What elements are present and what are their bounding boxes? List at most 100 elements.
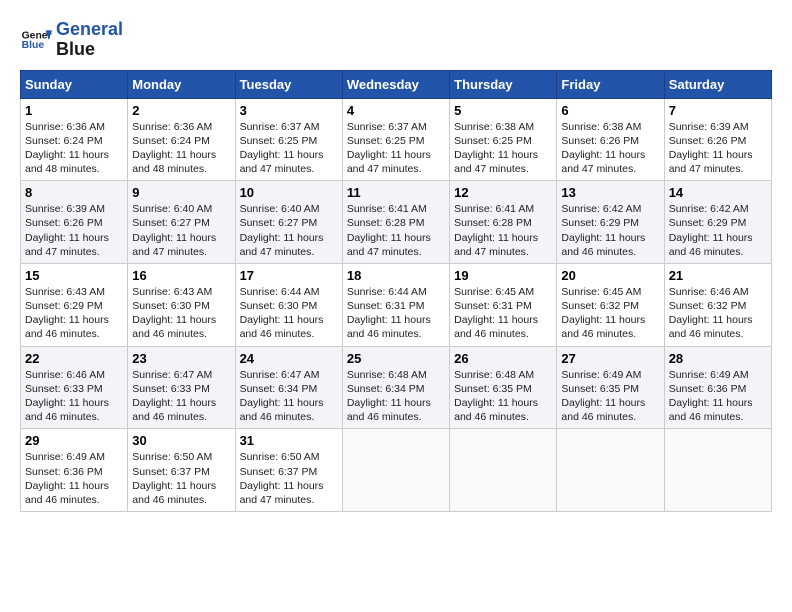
calendar-cell: 6 Sunrise: 6:38 AMSunset: 6:26 PMDaylight… (557, 98, 664, 181)
calendar-cell: 23 Sunrise: 6:47 AMSunset: 6:33 PMDayligh… (128, 346, 235, 429)
day-info: Sunrise: 6:46 AMSunset: 6:33 PMDaylight:… (25, 368, 123, 425)
calendar-cell: 11 Sunrise: 6:41 AMSunset: 6:28 PMDayligh… (342, 181, 449, 264)
calendar-week-5: 29 Sunrise: 6:49 AMSunset: 6:36 PMDayligh… (21, 429, 772, 512)
calendar-cell: 9 Sunrise: 6:40 AMSunset: 6:27 PMDaylight… (128, 181, 235, 264)
calendar-week-1: 1 Sunrise: 6:36 AMSunset: 6:24 PMDaylight… (21, 98, 772, 181)
day-number: 2 (132, 103, 230, 118)
svg-text:Blue: Blue (22, 40, 45, 51)
day-header-monday: Monday (128, 70, 235, 98)
day-number: 1 (25, 103, 123, 118)
day-number: 14 (669, 185, 767, 200)
day-number: 5 (454, 103, 552, 118)
day-number: 27 (561, 351, 659, 366)
day-number: 4 (347, 103, 445, 118)
day-number: 28 (669, 351, 767, 366)
calendar-cell: 28 Sunrise: 6:49 AMSunset: 6:36 PMDayligh… (664, 346, 771, 429)
day-number: 3 (240, 103, 338, 118)
day-number: 23 (132, 351, 230, 366)
day-header-wednesday: Wednesday (342, 70, 449, 98)
calendar-cell: 5 Sunrise: 6:38 AMSunset: 6:25 PMDaylight… (450, 98, 557, 181)
day-info: Sunrise: 6:39 AMSunset: 6:26 PMDaylight:… (669, 120, 767, 177)
calendar-cell: 18Sunrise: 6:44 AMSunset: 6:31 PMDayligh… (342, 263, 449, 346)
day-number: 26 (454, 351, 552, 366)
calendar-cell: 20 Sunrise: 6:45 AMSunset: 6:32 PMDayligh… (557, 263, 664, 346)
day-info: Sunrise: 6:42 AMSunset: 6:29 PMDaylight:… (669, 202, 767, 259)
calendar-header-row: SundayMondayTuesdayWednesdayThursdayFrid… (21, 70, 772, 98)
calendar-cell (450, 429, 557, 512)
calendar-cell: 29 Sunrise: 6:49 AMSunset: 6:36 PMDayligh… (21, 429, 128, 512)
calendar-table: SundayMondayTuesdayWednesdayThursdayFrid… (20, 70, 772, 512)
day-info: Sunrise: 6:49 AMSunset: 6:36 PMDaylight:… (25, 450, 123, 507)
calendar-cell (342, 429, 449, 512)
day-info: Sunrise: 6:38 AMSunset: 6:26 PMDaylight:… (561, 120, 659, 177)
calendar-cell: 2Sunrise: 6:36 AMSunset: 6:24 PMDaylight… (128, 98, 235, 181)
calendar-week-2: 8Sunrise: 6:39 AMSunset: 6:26 PMDaylight… (21, 181, 772, 264)
day-info: Sunrise: 6:36 AMSunset: 6:24 PMDaylight:… (25, 120, 123, 177)
calendar-cell: 19 Sunrise: 6:45 AMSunset: 6:31 PMDayligh… (450, 263, 557, 346)
day-info: Sunrise: 6:42 AMSunset: 6:29 PMDaylight:… (561, 202, 659, 259)
day-info: Sunrise: 6:41 AMSunset: 6:28 PMDaylight:… (454, 202, 552, 259)
day-info: Sunrise: 6:37 AMSunset: 6:25 PMDaylight:… (240, 120, 338, 177)
day-info: Sunrise: 6:43 AMSunset: 6:29 PMDaylight:… (25, 285, 123, 342)
calendar-cell: 30Sunrise: 6:50 AMSunset: 6:37 PMDayligh… (128, 429, 235, 512)
day-number: 18 (347, 268, 445, 283)
day-info: Sunrise: 6:43 AMSunset: 6:30 PMDaylight:… (132, 285, 230, 342)
day-number: 15 (25, 268, 123, 283)
day-info: Sunrise: 6:37 AMSunset: 6:25 PMDaylight:… (347, 120, 445, 177)
calendar-cell: 10Sunrise: 6:40 AMSunset: 6:27 PMDayligh… (235, 181, 342, 264)
day-number: 6 (561, 103, 659, 118)
day-number: 29 (25, 433, 123, 448)
day-info: Sunrise: 6:44 AMSunset: 6:30 PMDaylight:… (240, 285, 338, 342)
day-info: Sunrise: 6:49 AMSunset: 6:36 PMDaylight:… (669, 368, 767, 425)
calendar-cell: 13 Sunrise: 6:42 AMSunset: 6:29 PMDayligh… (557, 181, 664, 264)
day-number: 7 (669, 103, 767, 118)
day-info: Sunrise: 6:38 AMSunset: 6:25 PMDaylight:… (454, 120, 552, 177)
calendar-cell: 15 Sunrise: 6:43 AMSunset: 6:29 PMDayligh… (21, 263, 128, 346)
day-info: Sunrise: 6:49 AMSunset: 6:35 PMDaylight:… (561, 368, 659, 425)
day-number: 9 (132, 185, 230, 200)
calendar-week-3: 15 Sunrise: 6:43 AMSunset: 6:29 PMDayligh… (21, 263, 772, 346)
logo-text: GeneralBlue (56, 20, 123, 60)
day-info: Sunrise: 6:48 AMSunset: 6:34 PMDaylight:… (347, 368, 445, 425)
calendar-cell: 24Sunrise: 6:47 AMSunset: 6:34 PMDayligh… (235, 346, 342, 429)
day-number: 22 (25, 351, 123, 366)
day-number: 30 (132, 433, 230, 448)
day-info: Sunrise: 6:45 AMSunset: 6:31 PMDaylight:… (454, 285, 552, 342)
day-header-saturday: Saturday (664, 70, 771, 98)
day-number: 19 (454, 268, 552, 283)
calendar-cell: 26 Sunrise: 6:48 AMSunset: 6:35 PMDayligh… (450, 346, 557, 429)
calendar-cell: 22 Sunrise: 6:46 AMSunset: 6:33 PMDayligh… (21, 346, 128, 429)
day-info: Sunrise: 6:39 AMSunset: 6:26 PMDaylight:… (25, 202, 123, 259)
calendar-cell: 12 Sunrise: 6:41 AMSunset: 6:28 PMDayligh… (450, 181, 557, 264)
day-header-sunday: Sunday (21, 70, 128, 98)
calendar-cell (557, 429, 664, 512)
day-info: Sunrise: 6:41 AMSunset: 6:28 PMDaylight:… (347, 202, 445, 259)
page-header: General Blue GeneralBlue (20, 20, 772, 60)
calendar-cell: 17 Sunrise: 6:44 AMSunset: 6:30 PMDayligh… (235, 263, 342, 346)
calendar-cell: 8Sunrise: 6:39 AMSunset: 6:26 PMDaylight… (21, 181, 128, 264)
day-header-tuesday: Tuesday (235, 70, 342, 98)
day-number: 25 (347, 351, 445, 366)
logo: General Blue GeneralBlue (20, 20, 123, 60)
day-header-friday: Friday (557, 70, 664, 98)
day-info: Sunrise: 6:45 AMSunset: 6:32 PMDaylight:… (561, 285, 659, 342)
day-number: 16 (132, 268, 230, 283)
day-info: Sunrise: 6:40 AMSunset: 6:27 PMDaylight:… (132, 202, 230, 259)
day-number: 31 (240, 433, 338, 448)
calendar-cell: 1 Sunrise: 6:36 AMSunset: 6:24 PMDaylight… (21, 98, 128, 181)
day-number: 24 (240, 351, 338, 366)
day-info: Sunrise: 6:50 AMSunset: 6:37 PMDaylight:… (240, 450, 338, 507)
calendar-cell: 14 Sunrise: 6:42 AMSunset: 6:29 PMDayligh… (664, 181, 771, 264)
day-number: 13 (561, 185, 659, 200)
calendar-cell: 25 Sunrise: 6:48 AMSunset: 6:34 PMDayligh… (342, 346, 449, 429)
day-info: Sunrise: 6:48 AMSunset: 6:35 PMDaylight:… (454, 368, 552, 425)
day-info: Sunrise: 6:46 AMSunset: 6:32 PMDaylight:… (669, 285, 767, 342)
day-number: 20 (561, 268, 659, 283)
calendar-cell: 7 Sunrise: 6:39 AMSunset: 6:26 PMDaylight… (664, 98, 771, 181)
day-info: Sunrise: 6:47 AMSunset: 6:33 PMDaylight:… (132, 368, 230, 425)
calendar-cell: 31 Sunrise: 6:50 AMSunset: 6:37 PMDayligh… (235, 429, 342, 512)
day-number: 17 (240, 268, 338, 283)
calendar-cell: 27 Sunrise: 6:49 AMSunset: 6:35 PMDayligh… (557, 346, 664, 429)
day-number: 11 (347, 185, 445, 200)
day-number: 12 (454, 185, 552, 200)
